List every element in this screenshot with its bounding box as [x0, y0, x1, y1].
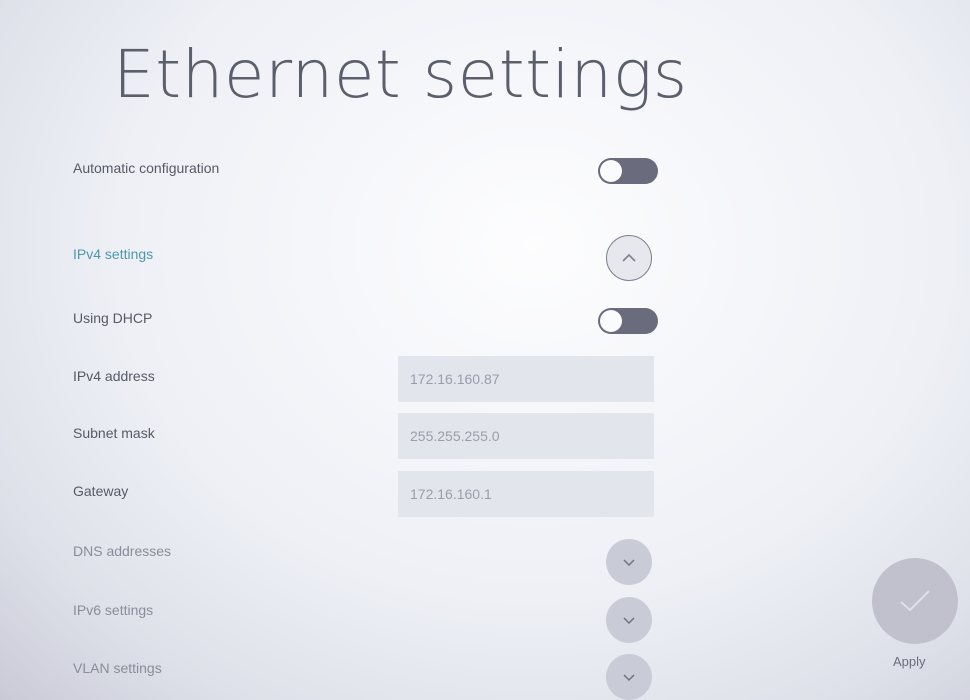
automatic-configuration-toggle[interactable] — [598, 158, 658, 184]
chevron-down-icon — [623, 616, 635, 624]
chevron-down-icon — [623, 673, 635, 681]
subnet-mask-field[interactable]: 255.255.255.0 — [398, 413, 654, 459]
vlan-settings-expand-button[interactable] — [606, 654, 652, 700]
ipv4-address-field[interactable]: 172.16.160.87 — [398, 356, 654, 402]
dns-addresses-label[interactable]: DNS addresses — [73, 543, 171, 559]
page-title: Ethernet settings — [113, 36, 688, 113]
apply-label[interactable]: Apply — [893, 654, 926, 669]
apply-button[interactable] — [872, 558, 958, 644]
using-dhcp-toggle[interactable] — [598, 308, 658, 334]
chevron-down-icon — [623, 558, 635, 566]
ethernet-settings-screen: Ethernet settings Automatic configuratio… — [0, 0, 970, 700]
ipv6-settings-expand-button[interactable] — [606, 597, 652, 643]
vlan-settings-label[interactable]: VLAN settings — [73, 660, 162, 676]
automatic-configuration-label: Automatic configuration — [73, 160, 220, 176]
gateway-label: Gateway — [73, 483, 129, 499]
toggle-knob — [600, 160, 622, 182]
ipv4-address-label: IPv4 address — [73, 368, 155, 384]
gateway-field[interactable]: 172.16.160.1 — [398, 471, 654, 517]
using-dhcp-label: Using DHCP — [73, 310, 153, 326]
check-icon — [900, 590, 930, 612]
ipv4-settings-label[interactable]: IPv4 settings — [73, 246, 153, 262]
toggle-knob — [600, 310, 622, 332]
subnet-mask-label: Subnet mask — [73, 425, 155, 441]
ipv4-settings-collapse-button[interactable] — [606, 235, 652, 281]
ipv6-settings-label[interactable]: IPv6 settings — [73, 602, 153, 618]
chevron-up-icon — [622, 253, 636, 262]
dns-addresses-expand-button[interactable] — [606, 539, 652, 585]
